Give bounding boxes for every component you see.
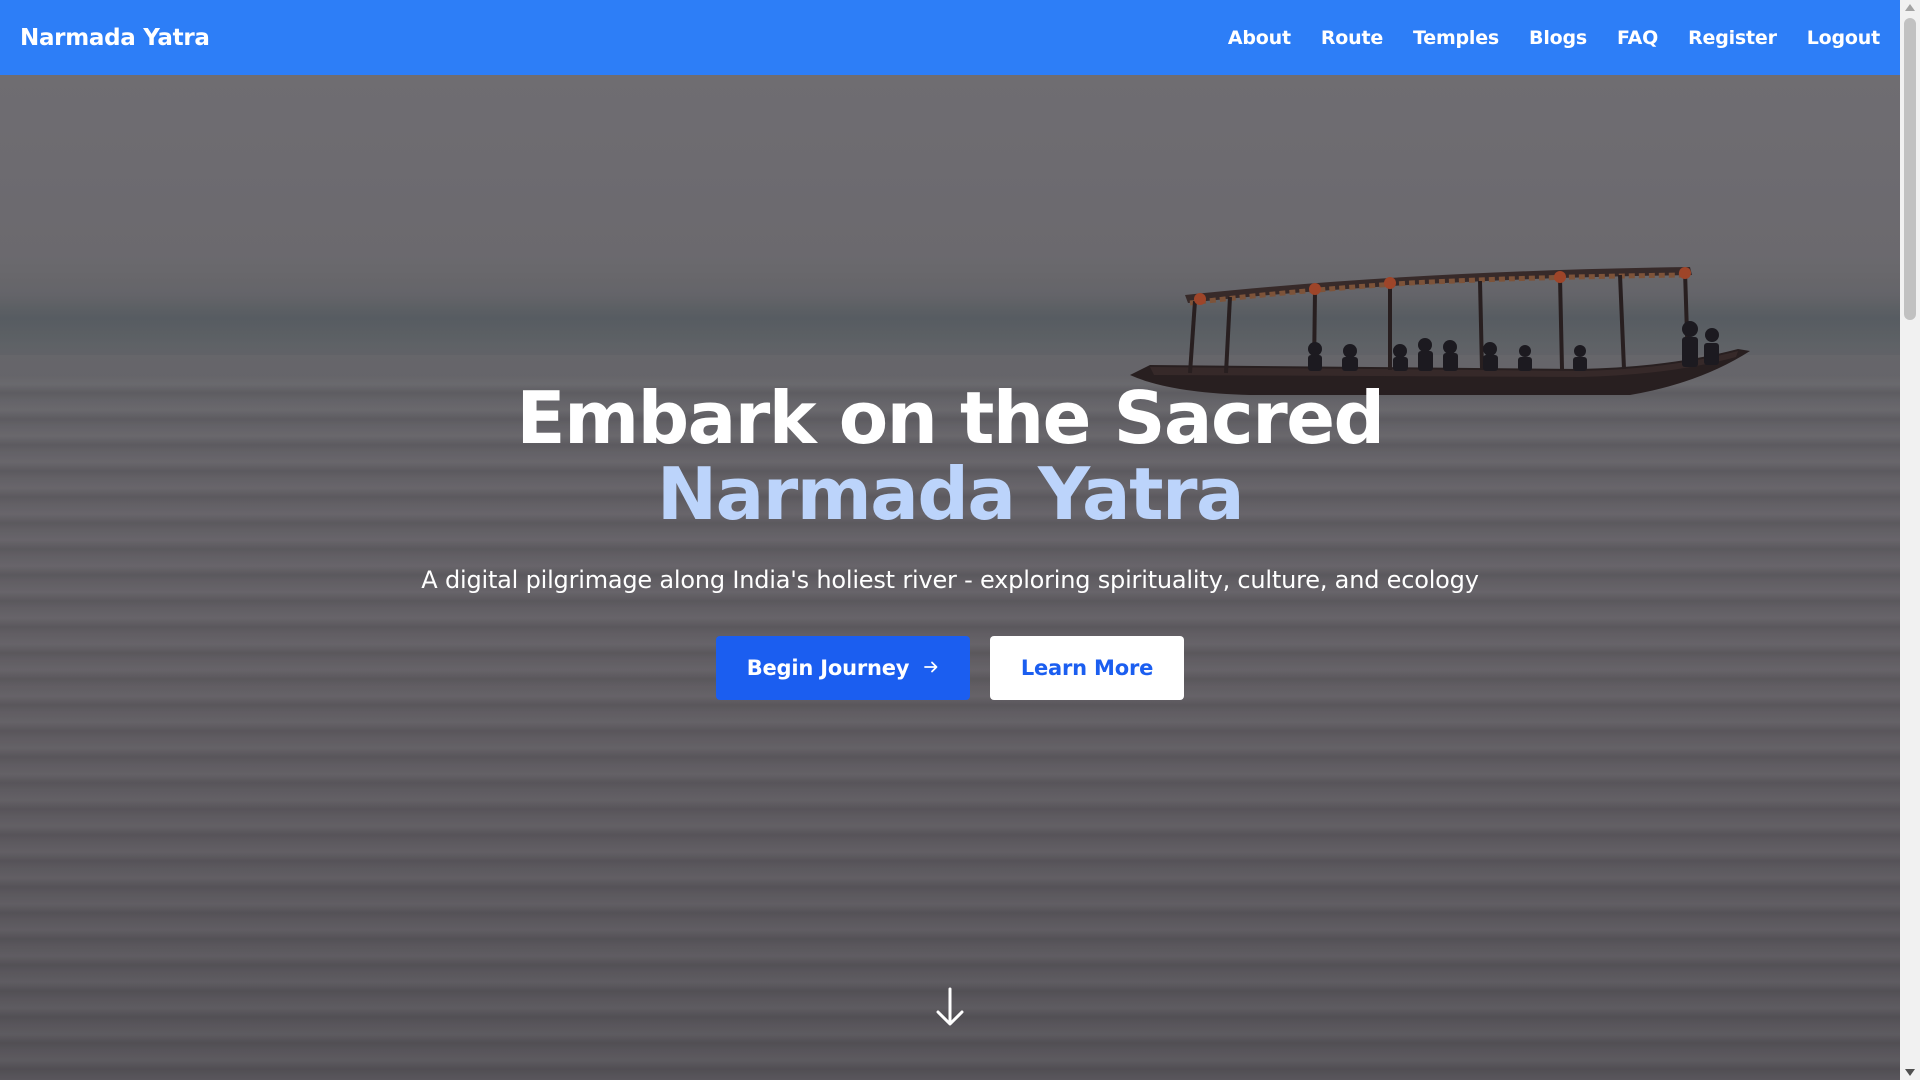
learn-more-button[interactable]: Learn More [990, 636, 1184, 700]
vertical-scrollbar[interactable] [1900, 0, 1920, 1080]
nav-link-logout[interactable]: Logout [1807, 27, 1880, 49]
hero-subtitle: A digital pilgrimage along India's holie… [421, 566, 1479, 594]
headline-line-2: Narmada Yatra [656, 452, 1245, 536]
nav-link-route[interactable]: Route [1321, 27, 1383, 49]
nav-link-blogs[interactable]: Blogs [1529, 27, 1587, 49]
nav-link-about[interactable]: About [1228, 27, 1291, 49]
nav-links: About Route Temples Blogs FAQ Register L… [1228, 27, 1880, 49]
scroll-up-arrow-icon[interactable] [1905, 4, 1915, 11]
headline-line-1: Embark on the Sacred [516, 376, 1385, 460]
arrow-right-icon [923, 656, 939, 680]
scrollbar-thumb[interactable] [1904, 18, 1916, 320]
nav-link-register[interactable]: Register [1688, 27, 1777, 49]
begin-journey-label: Begin Journey [746, 656, 910, 680]
brand-logo[interactable]: Narmada Yatra [20, 25, 210, 51]
page: Narmada Yatra About Route Temples Blogs … [0, 0, 1900, 1080]
scroll-down-arrow-icon[interactable] [1905, 1069, 1915, 1076]
scroll-down-icon[interactable] [930, 985, 970, 1031]
hero-headline: Embark on the Sacred Narmada Yatra [0, 380, 1900, 532]
hero-content: Embark on the Sacred Narmada Yatra A dig… [0, 380, 1900, 700]
navbar: Narmada Yatra About Route Temples Blogs … [0, 0, 1900, 75]
hero-buttons: Begin Journey Learn More [0, 636, 1900, 700]
nav-link-temples[interactable]: Temples [1413, 27, 1499, 49]
begin-journey-button[interactable]: Begin Journey [716, 636, 970, 700]
nav-link-faq[interactable]: FAQ [1617, 27, 1658, 49]
